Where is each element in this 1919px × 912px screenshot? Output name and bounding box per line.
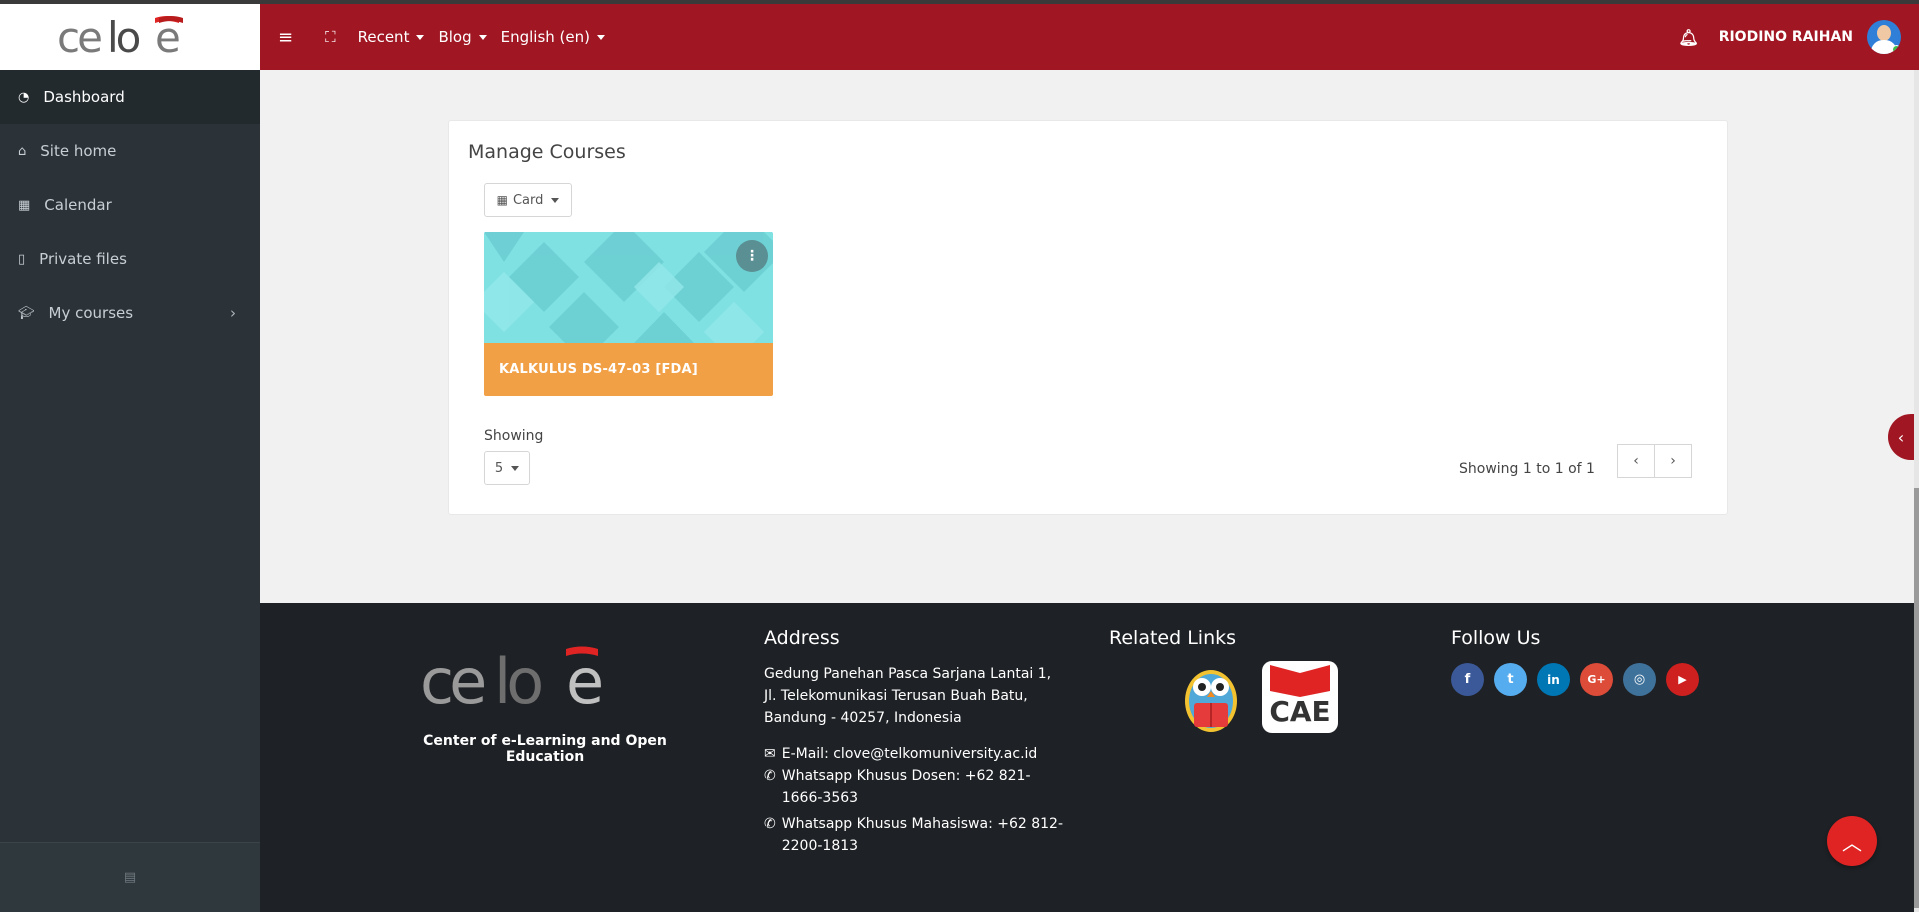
sidebar-item-label: Dashboard [43, 88, 125, 106]
google-plus-icon[interactable]: G+ [1580, 663, 1613, 696]
footer-logo: ce lo e [420, 643, 640, 718]
chevron-down-icon [511, 465, 520, 471]
youtube-icon[interactable]: ▶ [1666, 663, 1699, 696]
related-links-heading: Related Links [1109, 627, 1237, 649]
celoe-logo-icon: ce lo e [57, 14, 183, 60]
wa-mahasiswa-line: ✆ Whatsapp Khusus Mahasiswa: +62 812-2200… [764, 813, 1064, 857]
email-text[interactable]: E-Mail: clove@telkomuniversity.ac.id [782, 743, 1038, 765]
online-status-dot [1892, 45, 1901, 54]
svg-text:lo: lo [107, 14, 140, 60]
grid-icon: ▦ [496, 193, 508, 207]
chevron-left-icon: ‹ [1897, 427, 1905, 447]
chevron-down-icon [416, 34, 425, 40]
sidebar: ◔ Dashboard ⌂ Site home ▦ Calendar ▯ Pri… [0, 70, 260, 912]
related-links: CAE [1182, 661, 1338, 733]
celoe-logo-icon: ce lo e [420, 645, 604, 718]
course-card[interactable]: ⋮ KALKULUS DS-47-03 [FDA] [484, 232, 773, 396]
site-logo[interactable]: ce lo e [0, 4, 260, 70]
wa-mahasiswa-text[interactable]: Whatsapp Khusus Mahasiswa: +62 812-2200-… [782, 813, 1064, 857]
chevron-left-icon: ‹ [1633, 453, 1639, 469]
svg-text:ce: ce [57, 14, 101, 60]
course-name[interactable]: KALKULUS DS-47-03 [FDA] [484, 343, 773, 396]
sidebar-item-label: Private files [39, 250, 127, 268]
scrollbar-thumb[interactable] [1914, 488, 1919, 908]
top-navbar: ce lo e ≡ ⛶ Recent Blog English (en) 🔔︎ … [0, 4, 1919, 70]
contact-info: ✉ E-Mail: clove@telkomuniversity.ac.id ✆ W… [764, 743, 1064, 857]
twitter-icon[interactable]: t [1494, 663, 1527, 696]
sidebar-item-calendar[interactable]: ▦ Calendar [0, 178, 260, 232]
course-menu-button[interactable]: ⋮ [736, 240, 768, 272]
nav-recent-menu[interactable]: Recent [358, 28, 425, 46]
owl-logo-icon[interactable] [1182, 661, 1240, 733]
footer: ce lo e Center of e-Learning and Open Ed… [260, 603, 1914, 912]
wa-dosen-text[interactable]: Whatsapp Khusus Dosen: +62 821-1666-3563 [782, 765, 1064, 809]
nav-blog-label: Blog [438, 28, 472, 46]
svg-text:lo: lo [494, 645, 541, 713]
previous-page-button[interactable]: ‹ [1617, 444, 1655, 478]
fullscreen-icon[interactable]: ⛶ [325, 28, 336, 46]
instagram-icon[interactable]: ◎ [1623, 663, 1656, 696]
graduation-cap-icon: 🎓︎ [18, 305, 35, 321]
user-name[interactable]: RIODINO RAIHAN [1719, 29, 1853, 45]
cae-logo-text: CAE [1269, 695, 1330, 728]
cae-logo[interactable]: CAE [1262, 661, 1338, 733]
showing-label: Showing [484, 428, 544, 444]
sidebar-item-label: Site home [40, 142, 117, 160]
view-mode-dropdown[interactable]: ▦ Card [484, 183, 572, 217]
page-scrollbar[interactable] [1914, 70, 1919, 912]
chevron-down-icon [478, 34, 487, 40]
nav-recent-label: Recent [357, 28, 410, 46]
linkedin-icon[interactable]: in [1537, 663, 1570, 696]
envelope-icon: ✉ [764, 746, 776, 762]
per-page-value: 5 [494, 460, 504, 476]
view-mode-label: Card [512, 192, 544, 208]
sidebar-item-my-courses[interactable]: 🎓︎ My courses › [0, 286, 260, 340]
main-content: Manage Courses ▦ Card ⋮ KALKULUS DS-47-0… [260, 70, 1914, 603]
calendar-icon: ▦ [18, 197, 31, 213]
whatsapp-icon: ✆ [764, 816, 776, 832]
course-image: ⋮ [484, 232, 773, 343]
email-line: ✉ E-Mail: clove@telkomuniversity.ac.id [764, 743, 1064, 765]
home-icon: ⌂ [18, 143, 27, 159]
sidebar-item-dashboard[interactable]: ◔ Dashboard [0, 70, 260, 124]
sidebar-item-label: My courses [48, 304, 134, 322]
chevron-down-icon [597, 34, 605, 40]
manage-courses-panel: Manage Courses ▦ Card ⋮ KALKULUS DS-47-0… [448, 120, 1728, 515]
panel-title: Manage Courses [468, 141, 626, 163]
file-icon: ▯ [18, 251, 26, 267]
whatsapp-icon: ✆ [764, 768, 776, 784]
avatar[interactable] [1867, 20, 1901, 54]
chevron-down-icon [551, 197, 560, 203]
nav-language-menu[interactable]: English (en) [501, 28, 605, 46]
svg-text:ce: ce [420, 645, 484, 713]
bell-icon[interactable]: 🔔︎ [1678, 28, 1698, 47]
next-page-button[interactable]: › [1654, 444, 1692, 478]
archive-icon[interactable]: ▤ [124, 870, 136, 885]
follow-us-heading: Follow Us [1451, 627, 1541, 649]
footer-tagline: Center of e-Learning and Open Education [423, 733, 667, 765]
dashboard-icon: ◔ [18, 89, 30, 105]
pagination-info: Showing 1 to 1 of 1 [1459, 461, 1595, 477]
chevron-up-icon: ︿ [1842, 830, 1862, 855]
per-page-dropdown[interactable]: 5 [484, 451, 530, 485]
chevron-right-icon: › [1670, 453, 1676, 469]
sidebar-item-site-home[interactable]: ⌂ Site home [0, 124, 260, 178]
facebook-icon[interactable]: f [1451, 663, 1484, 696]
social-links: f t in G+ ◎ ▶ [1451, 663, 1699, 696]
nav-language-label: English (en) [500, 28, 590, 46]
chevron-right-icon: › [230, 304, 236, 322]
back-to-top-button[interactable]: ︿ [1827, 816, 1877, 866]
hamburger-icon[interactable]: ≡ [278, 27, 293, 48]
address-heading: Address [764, 627, 840, 649]
sidebar-footer: ▤ [0, 842, 260, 912]
sidebar-item-label: Calendar [44, 196, 112, 214]
svg-text:e: e [566, 645, 604, 713]
nav-blog-menu[interactable]: Blog [438, 28, 487, 46]
address-text: Gedung Panehan Pasca Sarjana Lantai 1, J… [764, 666, 1052, 726]
wa-dosen-line: ✆ Whatsapp Khusus Dosen: +62 821-1666-356… [764, 765, 1064, 809]
sidebar-item-private-files[interactable]: ▯ Private files [0, 232, 260, 286]
